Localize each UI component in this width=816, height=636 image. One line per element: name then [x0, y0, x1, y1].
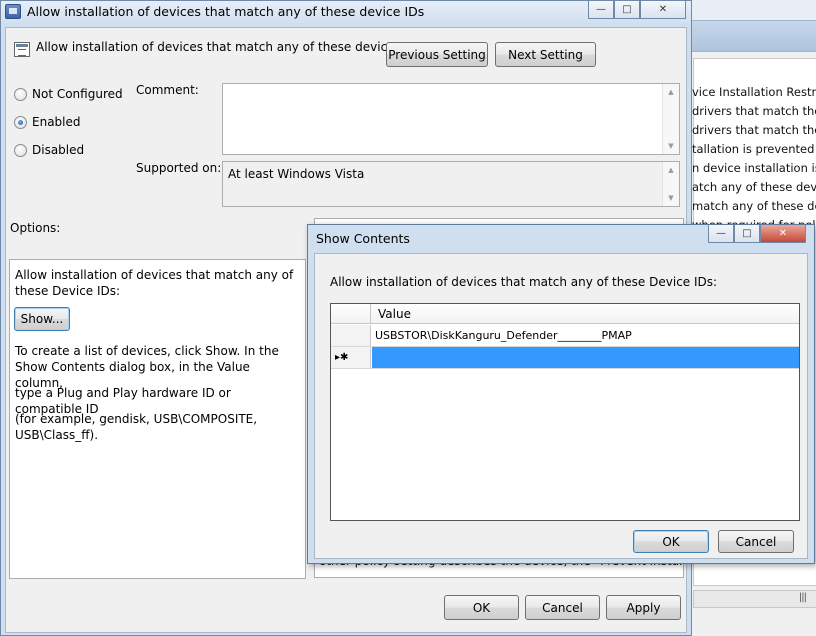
new-row-marker-icon[interactable]: ▸✱	[331, 347, 371, 368]
dialog-caption-buttons: — □ ✕	[708, 225, 806, 243]
scroll-down-icon[interactable]: ▼	[663, 190, 679, 206]
table-row[interactable]: USBSTOR\DiskKanguru_Defender________PMAP	[331, 325, 799, 347]
background-header-strip	[689, 20, 816, 52]
radio-label: Disabled	[32, 143, 85, 157]
comment-label: Comment:	[136, 83, 199, 97]
scroll-up-icon[interactable]: ▲	[663, 162, 679, 178]
table-row-new[interactable]: ▸✱	[331, 347, 799, 369]
options-label: Options:	[10, 221, 61, 235]
close-icon[interactable]: ✕	[640, 1, 686, 19]
cancel-button[interactable]: Cancel	[525, 595, 600, 620]
background-text-line: n device installation is p	[692, 161, 816, 175]
ok-button[interactable]: OK	[444, 595, 519, 620]
scroll-up-icon[interactable]: ▲	[663, 84, 679, 100]
scroll-grip-icon: |||	[798, 592, 807, 603]
column-header-value[interactable]: Value	[378, 307, 411, 321]
supported-on-scrollbar[interactable]: ▲ ▼	[662, 162, 679, 206]
background-horizontal-scrollbar[interactable]: |||	[693, 590, 816, 608]
radio-button-checked-icon[interactable]	[14, 115, 27, 129]
scroll-down-icon[interactable]: ▼	[663, 138, 679, 154]
previous-setting-button[interactable]: Previous Setting	[386, 42, 488, 67]
dialog-title: Show Contents	[316, 231, 410, 246]
value-grid: Value USBSTOR\DiskKanguru_Defender______…	[330, 303, 800, 521]
policy-setting-icon	[14, 42, 30, 57]
dialog-cancel-button[interactable]: Cancel	[718, 530, 794, 553]
row-header[interactable]	[331, 325, 371, 346]
value-cell[interactable]: USBSTOR\DiskKanguru_Defender________PMAP	[372, 325, 799, 346]
setting-title: Allow installation of devices that match…	[36, 40, 418, 54]
background-titlebar	[689, 0, 816, 20]
dialog-ok-button[interactable]: OK	[633, 530, 709, 553]
minimize-icon[interactable]: —	[708, 225, 734, 243]
radio-not-configured[interactable]: Not Configured	[14, 87, 123, 101]
radio-button-icon[interactable]	[14, 143, 27, 157]
background-text-line: drivers that match these	[692, 104, 816, 118]
comment-textarea[interactable]: ▲ ▼	[222, 83, 680, 155]
apply-button[interactable]: Apply	[606, 595, 681, 620]
radio-button-icon[interactable]	[14, 87, 27, 101]
background-text-line: atch any of these device	[692, 180, 816, 194]
minimize-icon[interactable]: —	[588, 1, 614, 19]
comment-scrollbar[interactable]: ▲ ▼	[662, 84, 679, 154]
grid-header-corner	[331, 304, 371, 324]
options-help-text: To create a list of devices, click Show.…	[15, 344, 279, 390]
close-icon[interactable]: ✕	[760, 225, 806, 243]
supported-on-field: At least Windows Vista ▲ ▼	[222, 161, 680, 207]
show-contents-dialog: Show Contents — □ ✕ Allow installation o…	[307, 224, 815, 564]
background-text-line: match any of these dev	[692, 199, 816, 213]
grid-header: Value	[331, 304, 799, 324]
radio-label: Not Configured	[32, 87, 123, 101]
options-panel: Allow installation of devices that match…	[9, 259, 306, 579]
background-text-line: tallation is prevented b	[692, 142, 816, 156]
radio-label: Enabled	[32, 115, 81, 129]
dialog-client-area: Allow installation of devices that match…	[314, 253, 808, 559]
options-description: Allow installation of devices that match…	[15, 268, 294, 298]
dialog-prompt: Allow installation of devices that match…	[330, 275, 718, 289]
options-help-text: (for example, gendisk, USB\COMPOSITE, US…	[15, 412, 258, 442]
value-cell-selected[interactable]	[372, 347, 799, 368]
radio-enabled[interactable]: Enabled	[14, 115, 81, 129]
maximize-icon[interactable]: □	[734, 225, 760, 243]
supported-on-value: At least Windows Vista	[228, 167, 365, 181]
policy-app-icon	[5, 4, 21, 19]
caption-buttons: — □ ✕	[588, 1, 686, 19]
main-window-title: Allow installation of devices that match…	[27, 4, 425, 19]
maximize-icon[interactable]: □	[614, 1, 640, 19]
main-titlebar: Allow installation of devices that match…	[1, 1, 691, 23]
next-setting-button[interactable]: Next Setting	[495, 42, 596, 67]
background-text-line: vice Installation Restrict	[692, 85, 816, 99]
radio-disabled[interactable]: Disabled	[14, 143, 84, 157]
background-text-line: drivers that match the	[692, 123, 816, 137]
supported-on-label: Supported on:	[136, 161, 222, 175]
show-button[interactable]: Show...	[14, 307, 70, 331]
